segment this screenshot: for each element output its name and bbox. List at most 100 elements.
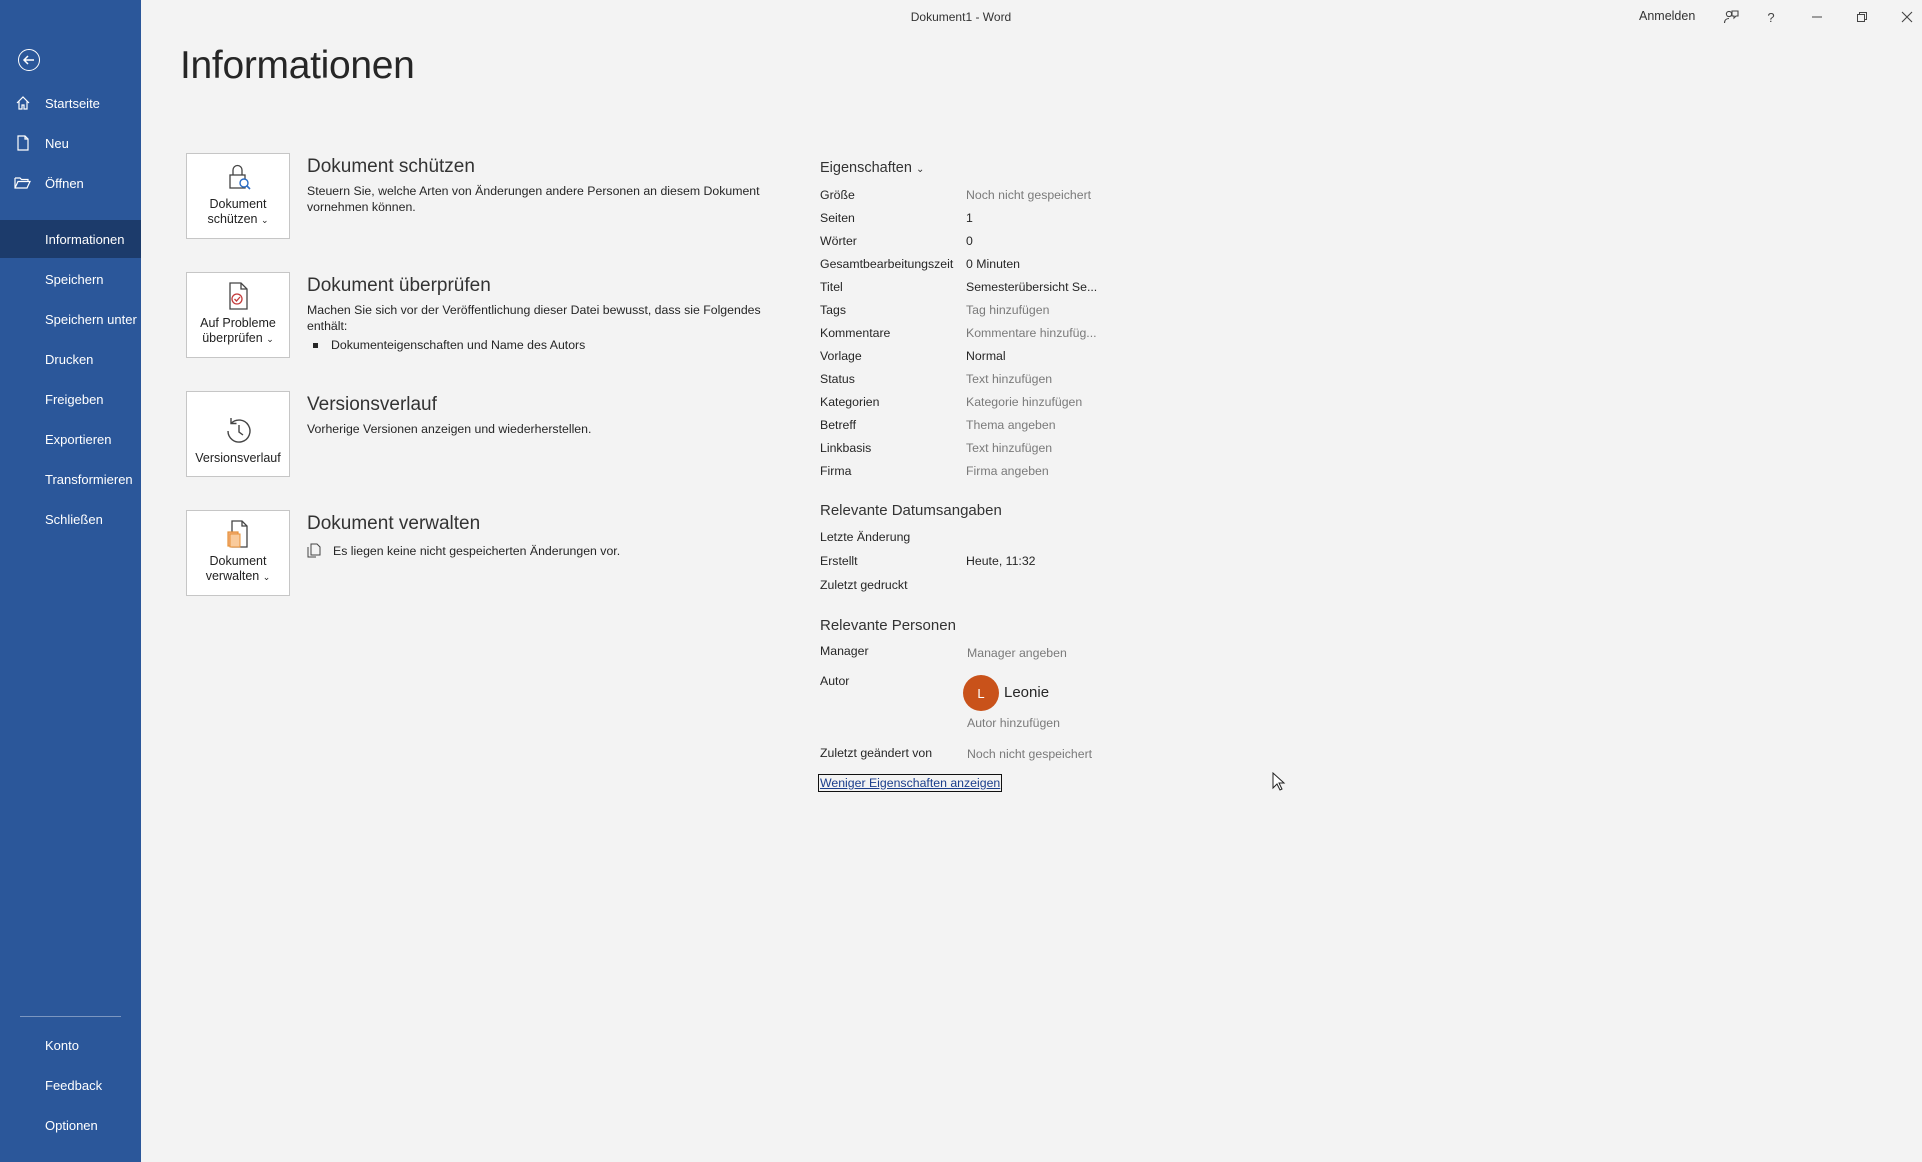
property-key: Größe: [820, 188, 855, 202]
property-row-status: Status Text hinzufügen: [820, 372, 1240, 388]
manage-document-button[interactable]: Dokument verwalten ⌄: [186, 510, 290, 596]
section-heading-inspect: Dokument überprüfen: [307, 275, 491, 296]
people-row-manager: Manager Manager angeben: [820, 644, 1240, 660]
inspect-document-icon: [229, 282, 248, 310]
nav-item-label: Öffnen: [45, 175, 84, 191]
nav-item-neu[interactable]: Neu: [0, 124, 141, 162]
nav-item-label: Neu: [45, 135, 69, 151]
people-heading: Relevante Personen: [820, 617, 956, 634]
back-arrow-icon[interactable]: [18, 49, 40, 71]
property-row-template: Vorlage Normal: [820, 349, 1240, 365]
property-key: Tags: [820, 303, 846, 317]
add-author-input[interactable]: Autor hinzufügen: [967, 716, 1060, 730]
property-value: Heute, 11:32: [966, 554, 1036, 568]
dates-heading: Relevante Datumsangaben: [820, 502, 1002, 519]
chevron-down-icon: ⌄: [262, 572, 271, 582]
section-heading-protect: Dokument schützen: [307, 156, 475, 177]
fewer-properties-link[interactable]: Weniger Eigenschaften anzeigen: [818, 774, 1003, 792]
date-row-last-modified: Letzte Änderung: [820, 530, 1240, 546]
section-heading-manage: Dokument verwalten: [307, 513, 481, 534]
property-row-subject: Betreff Thema angeben: [820, 418, 1240, 434]
help-icon[interactable]: ?: [1758, 6, 1784, 28]
property-key: Betreff: [820, 418, 857, 432]
property-key: Seiten: [820, 211, 855, 225]
signin-button[interactable]: Anmelden: [1639, 9, 1695, 23]
property-value-categories-input[interactable]: Kategorie hinzufügen: [966, 395, 1082, 409]
check-issues-button[interactable]: Auf Probleme überprüfen ⌄: [186, 272, 290, 358]
nav-item-speichern-unter[interactable]: Speichern unter: [0, 300, 141, 338]
nav-item-label: Transformieren: [45, 471, 133, 487]
property-value-title-input[interactable]: Semesterübersicht Se...: [966, 280, 1097, 294]
version-history-button[interactable]: Versionsverlauf: [186, 391, 290, 477]
coauthor-icon[interactable]: [1718, 6, 1744, 28]
nav-item-label: Speichern unter: [45, 311, 137, 327]
nav-item-exportieren[interactable]: Exportieren: [0, 420, 141, 458]
property-value-company-input[interactable]: Firma angeben: [966, 464, 1049, 478]
property-value: 0: [966, 234, 973, 248]
property-key: Linkbasis: [820, 441, 872, 455]
nav-item-informationen[interactable]: Informationen: [0, 220, 141, 258]
property-value-tags-input[interactable]: Tag hinzufügen: [966, 303, 1049, 317]
property-value-status-input[interactable]: Text hinzufügen: [966, 372, 1052, 386]
nav-item-schliessen[interactable]: Schließen: [0, 500, 141, 538]
manage-document-icon: [227, 520, 248, 548]
inspect-bullet-item: Dokumenteigenschaften und Name des Autor…: [313, 338, 585, 352]
backstage-nav: Startseite Neu Öffnen Informationen Spei…: [0, 0, 141, 1162]
property-key: Manager: [820, 644, 869, 658]
property-row-tags: Tags Tag hinzufügen: [820, 303, 1240, 319]
nav-item-startseite[interactable]: Startseite: [0, 84, 141, 122]
protect-document-button[interactable]: Dokument schützen ⌄: [186, 153, 290, 239]
nav-item-oeffnen[interactable]: Öffnen: [0, 164, 141, 202]
protect-button-label: Dokument schützen ⌄: [207, 197, 269, 226]
avatar[interactable]: L: [963, 675, 999, 711]
property-value: Normal: [966, 349, 1006, 363]
history-clock-icon: [227, 418, 251, 443]
minimize-icon[interactable]: [1804, 6, 1830, 28]
restore-icon[interactable]: [1849, 6, 1875, 28]
property-value-subject-input[interactable]: Thema angeben: [966, 418, 1056, 432]
section-desc-protect: Steuern Sie, welche Arten von Änderungen…: [307, 184, 760, 214]
close-icon[interactable]: [1894, 6, 1920, 28]
author-name[interactable]: Leonie: [1004, 684, 1049, 701]
property-value: Noch nicht gespeichert: [966, 188, 1092, 202]
property-key: Wörter: [820, 234, 857, 248]
property-row-company: Firma Firma angeben: [820, 464, 1240, 480]
title-bar: Dokument1 - Word Anmelden ?: [141, 0, 1922, 34]
people-row-add-author: Autor hinzufügen: [820, 716, 1240, 732]
nav-item-label: Optionen: [45, 1117, 98, 1133]
property-row-comments: Kommentare Kommentare hinzufüg...: [820, 326, 1240, 342]
lock-icon: [229, 164, 251, 190]
property-key: Kommentare: [820, 326, 891, 340]
chevron-down-icon: ⌄: [260, 215, 269, 225]
property-value: 1: [966, 211, 973, 225]
property-row-categories: Kategorien Kategorie hinzufügen: [820, 395, 1240, 411]
new-document-icon: [0, 135, 45, 151]
manage-status-row: Es liegen keine nicht gespeicherten Ände…: [307, 543, 620, 558]
property-key: Titel: [820, 280, 843, 294]
date-row-created: Erstellt Heute, 11:32: [820, 554, 1240, 570]
property-row-title: Titel Semesterübersicht Se...: [820, 280, 1240, 296]
property-key: Zuletzt gedruckt: [820, 578, 908, 592]
nav-item-label: Speichern: [45, 271, 104, 287]
properties-dropdown[interactable]: Eigenschaften ⌄: [820, 160, 924, 176]
property-row-pages: Seiten 1: [820, 211, 1240, 227]
property-value-comments-input[interactable]: Kommentare hinzufüg...: [966, 326, 1097, 340]
nav-item-freigeben[interactable]: Freigeben: [0, 380, 141, 418]
nav-divider: [20, 1016, 121, 1017]
nav-item-label: Exportieren: [45, 431, 112, 447]
nav-item-label: Schließen: [45, 511, 103, 527]
section-desc-versions: Vorherige Versionen anzeigen und wiederh…: [307, 422, 592, 436]
nav-item-transformieren[interactable]: Transformieren: [0, 460, 141, 498]
manage-document-button-label: Dokument verwalten ⌄: [205, 554, 271, 583]
nav-item-label: Startseite: [45, 95, 100, 111]
property-row-size: Größe Noch nicht gespeichert: [820, 188, 1240, 204]
property-key: Kategorien: [820, 395, 880, 409]
property-value-linkbase-input[interactable]: Text hinzufügen: [966, 441, 1052, 455]
nav-item-speichern[interactable]: Speichern: [0, 260, 141, 298]
property-key: Status: [820, 372, 855, 386]
manager-input[interactable]: Manager angeben: [967, 646, 1067, 660]
nav-item-feedback[interactable]: Feedback: [0, 1066, 141, 1104]
nav-item-konto[interactable]: Konto: [0, 1026, 141, 1064]
nav-item-drucken[interactable]: Drucken: [0, 340, 141, 378]
nav-item-optionen[interactable]: Optionen: [0, 1106, 141, 1144]
